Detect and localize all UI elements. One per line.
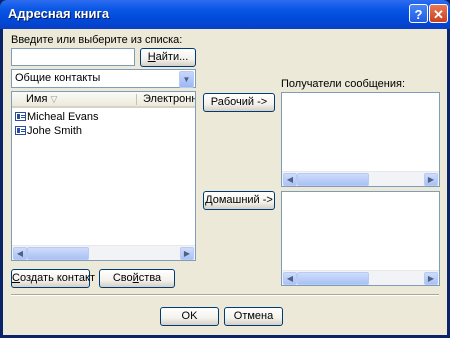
home-recipients-list[interactable]: ◀ ▶ xyxy=(281,191,440,286)
dialog-body: Введите или выберите из списка: Найти...… xyxy=(3,29,447,335)
scroll-right-icon[interactable]: ▶ xyxy=(424,272,438,285)
scroll-right-icon[interactable]: ▶ xyxy=(180,247,194,260)
contacts-list-header: Имя ▽ Электронная xyxy=(12,92,195,108)
scroll-left-icon[interactable]: ◀ xyxy=(13,247,27,260)
address-book-select-value: Общие контакты xyxy=(15,72,101,84)
ok-button[interactable]: OK xyxy=(160,307,219,326)
contacts-list[interactable]: Имя ▽ Электронная Micheal Evans Johe Smi… xyxy=(11,91,196,261)
contact-row[interactable]: Micheal Evans xyxy=(15,111,99,124)
scroll-right-icon[interactable]: ▶ xyxy=(424,173,438,186)
contacts-horizontal-scrollbar[interactable]: ◀ ▶ xyxy=(12,245,195,260)
title-bar[interactable]: Адресная книга ? ✕ xyxy=(0,0,450,29)
find-hotkey: Н xyxy=(147,51,156,63)
contact-card-icon xyxy=(15,112,26,121)
cancel-button[interactable]: Отмена xyxy=(224,307,283,326)
properties-button[interactable]: Свойства xyxy=(99,269,175,288)
contact-name: Micheal Evans xyxy=(27,111,99,123)
chevron-down-icon[interactable]: ▼ xyxy=(179,71,194,88)
bottom-separator xyxy=(11,294,439,296)
scroll-left-icon[interactable]: ◀ xyxy=(283,173,297,186)
contact-card-icon xyxy=(15,126,26,135)
help-button[interactable]: ? xyxy=(409,4,428,23)
search-prompt-label: Введите или выберите из списка: xyxy=(11,34,183,46)
address-book-select[interactable]: Общие контакты ▼ xyxy=(11,69,196,88)
scroll-thumb[interactable] xyxy=(297,173,369,186)
window-title: Адресная книга xyxy=(8,6,110,21)
home-recipients-scrollbar[interactable]: ◀ ▶ xyxy=(282,270,439,285)
scroll-left-icon[interactable]: ◀ xyxy=(283,272,297,285)
work-recipients-scrollbar[interactable]: ◀ ▶ xyxy=(282,171,439,186)
sort-indicator-icon: ▽ xyxy=(50,94,58,104)
add-work-recipient-button[interactable]: Рабочий -> xyxy=(203,93,275,112)
scroll-thumb[interactable] xyxy=(297,272,369,285)
search-input[interactable] xyxy=(11,48,135,66)
find-label: айти... xyxy=(155,51,189,63)
close-button[interactable]: ✕ xyxy=(429,4,448,23)
create-contact-button[interactable]: Создать контакт xyxy=(11,269,95,288)
scroll-thumb[interactable] xyxy=(27,247,89,260)
column-header-name[interactable]: Имя ▽ xyxy=(26,93,57,105)
address-book-window: Адресная книга ? ✕ Введите или выберите … xyxy=(0,0,450,338)
create-contact-hotkey: С xyxy=(12,272,20,284)
contact-row[interactable]: Johe Smith xyxy=(15,125,82,138)
contact-name: Johe Smith xyxy=(27,125,83,137)
work-recipients-list[interactable]: ◀ ▶ xyxy=(281,92,440,187)
column-divider[interactable] xyxy=(136,94,137,105)
add-home-recipient-button[interactable]: Домашний -> xyxy=(203,191,275,210)
create-contact-label: оздать контакт xyxy=(19,272,96,284)
column-header-email[interactable]: Электронная xyxy=(143,93,195,105)
find-button[interactable]: Найти... xyxy=(140,48,196,67)
recipients-label: Получатели сообщения: xyxy=(281,78,406,90)
